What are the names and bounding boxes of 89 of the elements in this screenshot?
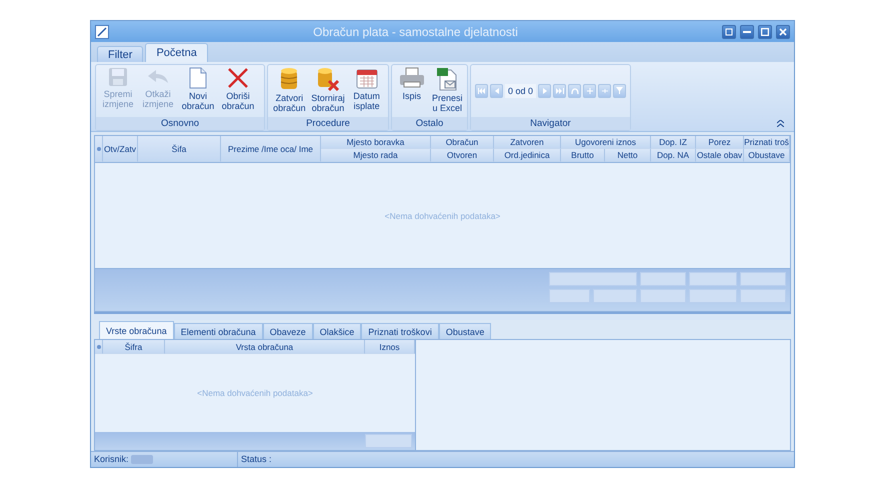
close-icon [779,28,787,36]
column-header[interactable]: Netto [605,149,651,162]
column-group-header: Ugovoreni iznos [561,136,651,150]
column-header[interactable]: Šifra [103,340,165,354]
printer-icon [398,66,425,89]
column-header[interactable]: Dop. NA [651,149,696,162]
column-header[interactable]: Otvoren [431,149,494,162]
group-label: Navigator [471,117,630,130]
detail-tab[interactable]: Obaveze [262,323,313,340]
dot-icon [96,146,100,151]
summary-cell [365,434,412,448]
column-header[interactable]: Iznos [365,340,415,354]
plus-icon [586,88,593,94]
column-header[interactable]: Obustave [744,149,790,162]
ribbon-button[interactable]: Obriši obračun [218,66,258,112]
summary-cell [640,289,686,304]
blank-page-icon [189,66,207,89]
column-header[interactable]: Šifa [138,136,221,162]
cross-icon [227,66,249,89]
status-label: Status : [241,454,272,464]
dot-icon [96,344,100,349]
column-header[interactable]: Prezime /Ime oca/ Ime [221,136,321,162]
column-header[interactable]: Porez [696,136,744,150]
minimize-icon [743,30,751,33]
restore-icon [725,28,733,36]
navigator-button[interactable] [613,84,626,98]
detail-tab[interactable]: Priznati troškovi [361,323,439,340]
summary-cell [689,272,737,286]
ribbon-tab[interactable]: Filter [97,46,144,62]
summary-cell [740,289,786,304]
ribbon-button[interactable]: Zatvori obračun [270,66,309,114]
group-label: Ostalo [392,117,467,130]
ribbon-button[interactable]: Prenesi u Excel [430,66,465,114]
column-header[interactable]: Zatvoren [494,136,561,150]
summary-cell [549,289,590,304]
navigator-button[interactable] [490,84,503,98]
ribbon-button[interactable]: Ispis [394,66,430,101]
detail-tab[interactable]: Olakšice [312,323,362,340]
column-header[interactable]: Ostale obav [696,149,744,162]
navigator-button[interactable] [538,84,552,98]
summary-cell [593,289,637,304]
close-button[interactable] [776,24,790,39]
blurred-username [130,454,153,464]
calendar-icon [356,66,378,89]
coin-stack-cross-icon [316,66,340,91]
column-header[interactable]: Priznati troš [744,136,790,150]
detail-tab[interactable]: Vrste obračuna [99,321,174,340]
column-header[interactable]: Obračun [431,136,494,150]
column-header[interactable]: Ord.jedinica [494,149,561,162]
column-header[interactable]: Otv/Zatv [103,136,138,162]
next-icon [542,88,547,94]
column-header[interactable]: Dop. IZ [651,136,696,150]
navigator-button[interactable] [553,84,566,98]
ribbon-tab[interactable]: Početna [145,42,208,62]
summary-cell [689,289,737,304]
column-header[interactable]: Mjesto rada [321,149,431,162]
navigator-button[interactable] [568,84,582,98]
restore-button[interactable] [722,24,736,39]
summary-cell [640,272,686,286]
window-title: Obračun plata - samostalne djelatnosti [312,24,519,39]
previous-icon [494,88,498,94]
maximize-button[interactable] [758,24,772,39]
detail-tab[interactable]: Elementi obračuna [174,323,263,340]
minimize-button[interactable] [740,24,754,39]
first-record-icon [478,88,486,94]
ribbon-button[interactable]: Novi obračun [178,66,218,112]
empty-grid-message: <Nema dohvaćenih podataka> [384,210,500,221]
user-label: Korisnik: [94,454,129,464]
group-label: Osnovno [96,117,264,130]
funnel-icon [616,87,624,94]
ribbon-button[interactable]: Datum isplate [347,66,386,112]
navigator-button[interactable] [583,84,596,98]
group-label: Procedure [268,117,388,130]
spreadsheet-export-icon [436,66,458,91]
navigator-button[interactable] [475,84,488,98]
empty-grid-message: <Nema dohvaćenih podataka> [197,388,313,398]
last-record-icon [556,88,564,94]
column-header[interactable]: Vrsta obračuna [165,340,365,354]
app-icon [95,24,109,39]
collapse-ribbon-icon[interactable] [777,120,784,128]
navigator-button[interactable] [598,84,612,98]
maximize-icon [761,28,769,36]
column-header[interactable]: Brutto [561,149,605,162]
column-header[interactable]: Mjesto boravka [321,136,431,150]
detail-tab[interactable]: Obustave [438,323,492,340]
coin-stack-icon [279,66,300,91]
record-position: 0 od 0 [505,84,536,98]
summary-cell [740,272,786,286]
ribbon-button[interactable]: Storniraj obračun [308,66,348,114]
